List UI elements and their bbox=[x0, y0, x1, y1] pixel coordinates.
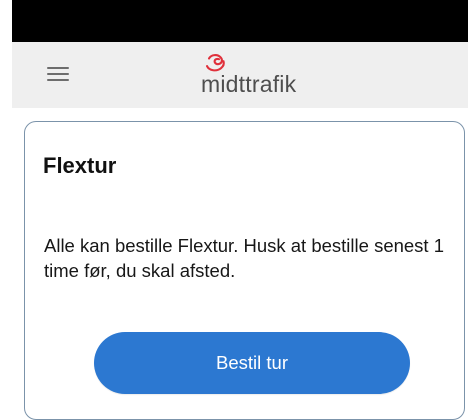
menu-line-bottom bbox=[47, 79, 69, 81]
app-header: midttrafik bbox=[12, 42, 468, 108]
book-trip-button[interactable]: Bestil tur bbox=[94, 332, 410, 394]
card-title: Flextur bbox=[43, 153, 117, 178]
card-description: Alle kan bestille Flextur. Husk at besti… bbox=[44, 235, 444, 281]
hamburger-menu-icon[interactable] bbox=[47, 66, 69, 82]
menu-line-top bbox=[47, 67, 69, 69]
brand-name: midttrafik bbox=[201, 71, 297, 97]
status-bar bbox=[12, 0, 468, 42]
midttrafik-logo: midttrafik bbox=[190, 52, 330, 98]
menu-line-middle bbox=[47, 73, 69, 75]
flextur-card: Flextur Alle kan bestille Flextur. Husk … bbox=[24, 121, 465, 420]
